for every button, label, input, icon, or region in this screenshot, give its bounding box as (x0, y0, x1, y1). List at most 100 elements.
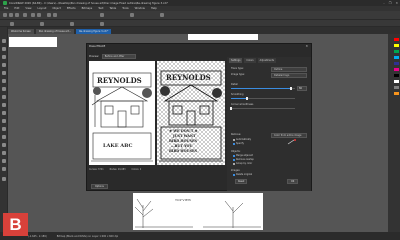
corner-smoothness-slider[interactable] (230, 107, 295, 110)
text-tool-icon[interactable] (2, 111, 6, 115)
corner-slider-thumb[interactable] (230, 107, 232, 110)
artistic-media-icon[interactable] (2, 79, 6, 83)
menu-bitmaps[interactable]: Bitmaps (82, 7, 93, 10)
preview-before[interactable]: REYNOLDS LAKE ABC (89, 61, 155, 165)
radio-icon[interactable] (233, 138, 235, 141)
image-type-label: Image type: (231, 73, 245, 76)
connector-tool-icon[interactable] (2, 127, 6, 131)
palette-swatch[interactable] (394, 50, 399, 53)
interactive-fill-icon[interactable] (2, 159, 6, 163)
menu-view[interactable]: View (25, 7, 31, 10)
option-label: Specify (236, 142, 244, 145)
detail-slider[interactable] (231, 87, 295, 90)
menu-table[interactable]: Table (110, 7, 117, 10)
smart-fill-icon[interactable] (2, 167, 6, 171)
palette-swatch[interactable] (394, 86, 399, 89)
trace-bitmap-icon[interactable] (10, 21, 14, 26)
detail-slider-thumb[interactable] (289, 87, 292, 90)
delete-original-checkbox[interactable]: Delete original (233, 173, 252, 176)
open-icon[interactable] (9, 13, 13, 17)
add-tool-icon[interactable] (2, 177, 6, 181)
redo-icon[interactable] (37, 13, 41, 17)
step-badge: B (3, 213, 28, 236)
save-icon[interactable] (15, 13, 19, 17)
ellipse-tool-icon[interactable] (2, 95, 6, 99)
remove-select[interactable]: Color from entire image (271, 133, 307, 138)
checkbox-icon[interactable] (233, 158, 235, 161)
tab-colors[interactable]: Colors (244, 58, 256, 63)
print-icon[interactable] (23, 13, 27, 17)
zoom-tool-icon[interactable] (2, 63, 6, 67)
eyedropper-icon[interactable] (287, 139, 297, 145)
import-icon[interactable] (47, 13, 51, 17)
checkbox-icon[interactable] (233, 173, 235, 176)
palette-swatch[interactable] (394, 62, 399, 65)
edit-bitmap-icon[interactable] (40, 21, 44, 26)
remove-automatically-option[interactable]: Automatically (233, 138, 251, 141)
crop-tool-icon[interactable] (2, 55, 6, 59)
palette-swatch[interactable] (394, 56, 399, 59)
menu-file[interactable]: File (4, 7, 8, 10)
palette-swatch[interactable] (394, 92, 399, 95)
options-icon[interactable] (160, 13, 164, 17)
resample-icon[interactable] (100, 21, 104, 26)
palette-swatch[interactable] (394, 68, 399, 71)
page-bottom: TOP VIEW (133, 193, 263, 230)
menu-text[interactable]: Text (98, 7, 103, 10)
checkbox-icon[interactable] (233, 154, 235, 157)
menu-edit[interactable]: Edit (14, 7, 19, 10)
undo-icon[interactable] (31, 13, 35, 17)
snap-to-icon[interactable] (130, 13, 134, 17)
checkbox-icon[interactable] (233, 162, 235, 165)
rectangle-tool-icon[interactable] (2, 87, 6, 91)
merge-adjacent-checkbox[interactable]: Merge adjacent (233, 154, 253, 157)
image-type-select[interactable]: Detailed logo (271, 73, 307, 78)
palette-swatch[interactable] (394, 80, 399, 83)
options-button[interactable]: Options (91, 184, 108, 189)
remove-specify-option[interactable]: Specify (233, 142, 244, 145)
menu-layout[interactable]: Layout (38, 7, 47, 10)
minimize-button[interactable]: – (383, 1, 385, 5)
preview-mode-select[interactable]: Before and After (101, 54, 136, 59)
preview-after[interactable]: REYNOLDS ★ WE DON'T ★ JUST WANT BIRD HOU… (157, 61, 225, 165)
maximize-button[interactable]: ❐ (389, 1, 392, 5)
option-label: Automatically (236, 138, 252, 141)
export-icon[interactable] (53, 13, 57, 17)
crop-bitmap-icon[interactable] (70, 21, 74, 26)
detail-value[interactable]: 86 (297, 86, 307, 91)
smoothing-slider-thumb[interactable] (246, 97, 248, 100)
close-button[interactable]: ✕ (395, 1, 398, 5)
tab-settings[interactable]: Settings (229, 58, 243, 63)
menu-window[interactable]: Window (135, 7, 145, 10)
polygon-tool-icon[interactable] (2, 103, 6, 107)
remove-overlap-checkbox[interactable]: Remove overlap (233, 158, 254, 161)
after-sign-line: JUST WANT (173, 134, 196, 138)
tab-adjustments[interactable]: Adjustments (257, 58, 277, 63)
parallel-dimension-icon[interactable] (2, 119, 6, 123)
menu-object[interactable]: Object (52, 7, 60, 10)
radio-icon[interactable] (233, 142, 235, 145)
pick-tool-icon[interactable] (2, 39, 6, 43)
shape-tool-icon[interactable] (2, 47, 6, 51)
eyedropper-icon[interactable] (2, 151, 6, 155)
menu-tools[interactable]: Tools (122, 7, 128, 10)
new-document-icon[interactable] (3, 13, 7, 17)
palette-swatch[interactable] (394, 44, 399, 47)
trace-type-select[interactable]: Outline (271, 67, 307, 72)
freehand-tool-icon[interactable] (2, 71, 6, 75)
palette-swatch[interactable] (394, 74, 399, 77)
nodes-count: Nodes: 29,083 (109, 168, 126, 171)
transparency-icon[interactable] (2, 143, 6, 147)
palette-swatch[interactable] (394, 38, 399, 41)
zoom-level-icon[interactable] (100, 13, 104, 17)
menu-help[interactable]: Help (151, 7, 157, 10)
trace-type-label: Trace type: (231, 67, 244, 70)
menu-effects[interactable]: Effects (67, 7, 76, 10)
option-label: Remove overlap (236, 158, 254, 161)
smoothing-slider[interactable] (231, 97, 295, 100)
group-by-color-checkbox[interactable]: Group by color (233, 162, 252, 165)
drop-shadow-icon[interactable] (2, 135, 6, 139)
close-icon[interactable]: ✕ (305, 44, 308, 48)
reset-button[interactable]: Reset (235, 179, 248, 184)
ok-button[interactable]: OK (287, 179, 299, 184)
